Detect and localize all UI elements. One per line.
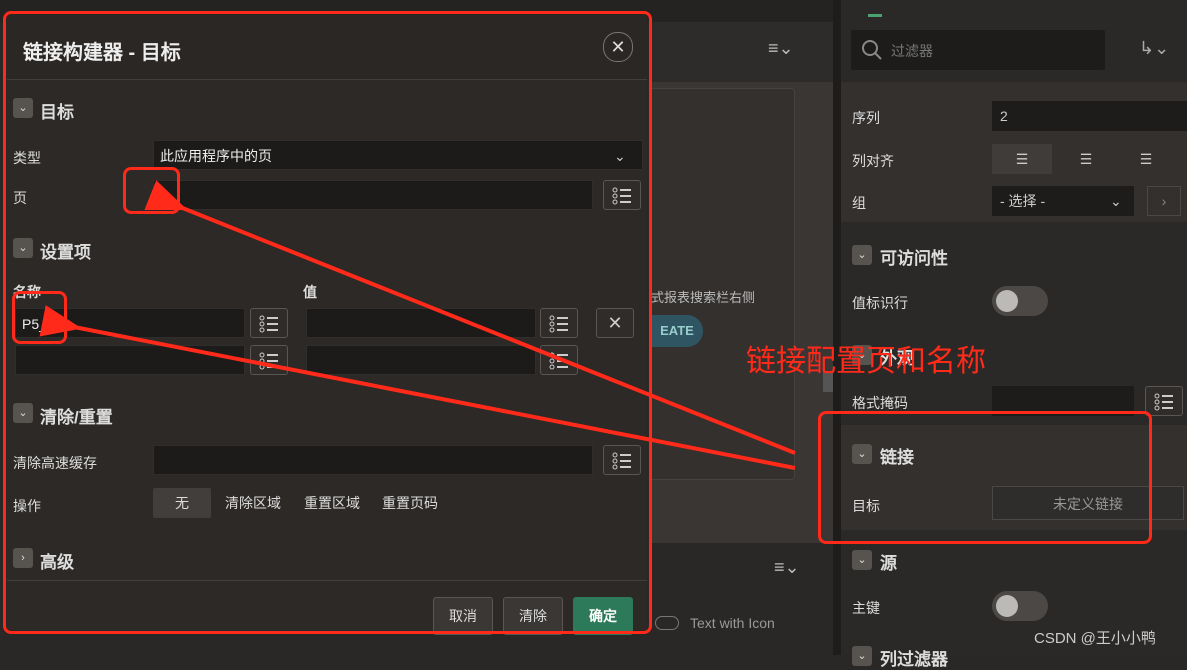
annotation-arrows <box>39 180 796 470</box>
watermark: CSDN @王小小鸭 <box>1034 630 1156 647</box>
